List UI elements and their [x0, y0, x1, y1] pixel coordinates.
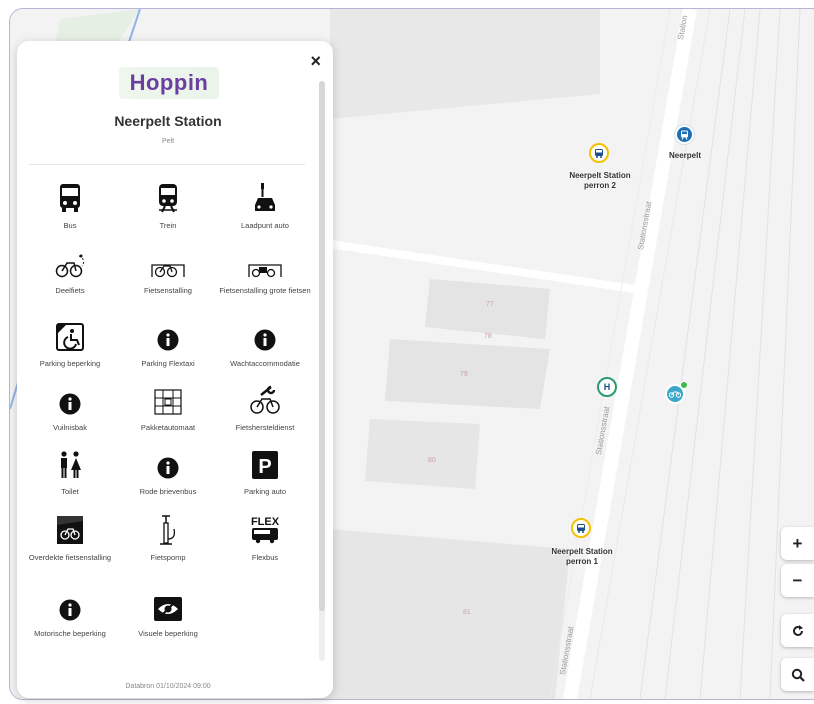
amenity-label: Overdekte fietsenstalling — [28, 553, 112, 562]
amenity-item: Toilet — [22, 447, 118, 497]
amenity-label: Fietsenstalling grote fietsen — [219, 286, 311, 295]
amenity-label: Flexbus — [251, 553, 279, 562]
info-icon — [157, 329, 179, 351]
building-number: 77 — [486, 301, 494, 308]
bus-stop-marker[interactable] — [571, 518, 591, 538]
reset-view-button[interactable] — [781, 614, 814, 647]
amenity-label: Parking Flextaxi — [141, 359, 195, 368]
bus-icon — [60, 184, 80, 212]
amenity-label: Laadpunt auto — [241, 221, 289, 230]
amenity-item: Trein — [120, 181, 216, 231]
amenity-label: Trein — [159, 221, 177, 230]
building-number: 80 — [428, 457, 436, 464]
amenity-item: Rode brievenbus — [120, 447, 216, 497]
building-number: 78 — [484, 333, 492, 340]
amenity-item: Parking Flextaxi — [120, 319, 216, 369]
amenity-item: Vuilnisbak — [22, 383, 118, 433]
bike-repair-icon — [250, 385, 280, 414]
amenity-label: Vuilnisbak — [53, 423, 87, 432]
bike-icon — [669, 391, 681, 398]
amenity-item: Fietsherstel­dienst — [217, 383, 313, 433]
amenity-label: Fietsherstel­dienst — [235, 423, 295, 432]
amenity-item: Motorische beperking — [22, 589, 118, 639]
amenity-label: Parking beperking — [39, 359, 101, 368]
bike-pump-icon — [160, 515, 176, 545]
amenity-item: Parking beperking — [22, 319, 118, 369]
hoppin-hub-marker[interactable]: H — [597, 377, 617, 397]
amenity-label: Parking auto — [243, 487, 287, 496]
amenity-label: Bus — [63, 221, 77, 230]
station-name: Neerpelt Station — [114, 113, 222, 129]
amenity-label: Motorische beperking — [34, 629, 106, 638]
bus-icon — [595, 149, 603, 158]
building-number: 79 — [460, 371, 468, 378]
train-icon — [159, 184, 177, 213]
info-icon — [59, 599, 81, 621]
zoom-out-button[interactable]: − — [781, 564, 814, 597]
building-number: 81 — [463, 609, 471, 616]
close-icon[interactable]: × — [310, 51, 321, 72]
bus-stop-marker[interactable] — [589, 143, 609, 163]
amenity-item: Fietsenstalling grote fietsen — [217, 246, 313, 296]
train-station-label: Neerpelt — [668, 151, 701, 160]
svg-text:FLEX: FLEX — [251, 516, 280, 528]
cargo-bike-parking-icon — [248, 264, 282, 278]
amenity-item: FLEX Flexbus — [217, 513, 313, 563]
info-icon — [254, 329, 276, 351]
amenity-item: Wachtaccommodatie — [217, 319, 313, 369]
amenity-item: Pakketautomaat — [120, 383, 216, 433]
amenity-item: Overdekte fietsenstalling — [22, 513, 118, 563]
bus-stop-label: Neerpelt Station perron 1 — [551, 547, 613, 566]
amenity-item: P Parking auto — [217, 447, 313, 497]
train-icon — [681, 130, 688, 140]
toilet-icon — [61, 451, 81, 478]
amenity-label: Deelfiets — [55, 286, 85, 295]
parking-icon: P — [252, 451, 278, 479]
amenity-item: Bus — [22, 181, 118, 231]
divider — [29, 164, 305, 165]
disabled-parking-icon — [56, 323, 84, 351]
info-icon — [59, 393, 81, 415]
station-city: Pelt — [161, 138, 175, 145]
flexbus-icon: FLEX — [251, 516, 280, 544]
amenity-item: Fietsenstalling — [120, 246, 216, 296]
shared-bike-icon — [55, 254, 85, 278]
rotate-icon — [792, 624, 803, 636]
bus-stop-label: Neerpelt Station perron 2 — [569, 171, 631, 190]
car-charging-icon — [255, 183, 275, 211]
amenity-label: Fietsenstalling — [144, 286, 192, 295]
amenity-label: Pakketautomaat — [140, 423, 196, 432]
amenity-label: Wachtaccommodatie — [230, 359, 300, 368]
station-info-panel: × Hoppin Neerpelt Station Pelt Bus Trein… — [17, 41, 333, 698]
amenity-label: Rode brievenbus — [139, 487, 197, 496]
availability-dot — [680, 381, 688, 389]
search-icon — [791, 668, 805, 682]
data-source-footer: Databron 01/10/2024 09:00 — [125, 683, 211, 690]
panel-scrollbar[interactable] — [319, 81, 325, 661]
amenity-item: Deelfiets — [22, 246, 118, 296]
amenity-label: Fietspomp — [150, 553, 186, 562]
parcel-locker-icon — [154, 389, 182, 415]
covered-bike-parking-icon — [57, 516, 83, 544]
search-button[interactable] — [781, 658, 814, 691]
bike-parking-icon — [151, 264, 185, 278]
amenity-label: Toilet — [61, 487, 79, 496]
svg-text:P: P — [258, 456, 271, 478]
hub-icon: H — [603, 382, 611, 392]
zoom-in-button[interactable]: + — [781, 527, 814, 560]
amenity-item: Fietspomp — [120, 513, 216, 563]
train-station-marker[interactable] — [675, 125, 694, 144]
visual-impairment-icon — [154, 597, 182, 621]
bus-icon — [577, 524, 585, 533]
hoppin-logo: Hoppin — [119, 67, 219, 99]
amenity-item: Laadpunt auto — [217, 181, 313, 231]
scrollbar-thumb[interactable] — [319, 81, 325, 611]
amenity-label: Visuele beperking — [138, 629, 198, 638]
info-icon — [157, 457, 179, 479]
amenity-item: Visuele beperking — [120, 589, 216, 639]
